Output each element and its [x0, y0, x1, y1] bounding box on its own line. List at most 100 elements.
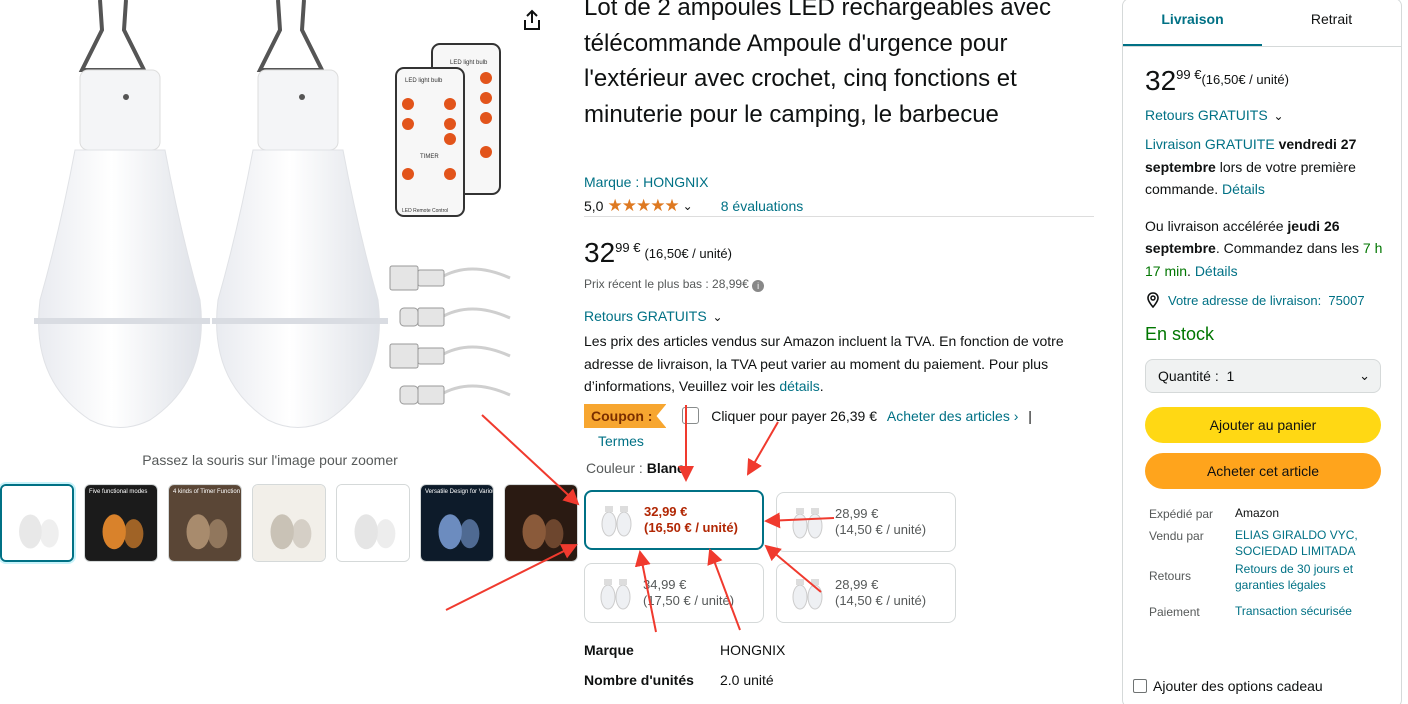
gift-checkbox[interactable] [1133, 679, 1147, 693]
variant-thumbnail [601, 506, 632, 537]
add-to-cart-button[interactable]: Ajouter au panier [1145, 407, 1381, 443]
thumbnail-4[interactable] [252, 484, 326, 562]
share-icon[interactable] [520, 8, 544, 32]
thumbnail-5[interactable] [336, 484, 410, 562]
color-value: Blanc [646, 460, 685, 476]
divider [584, 216, 1094, 217]
fast-delivery-separator: . [1187, 262, 1195, 279]
spec-row: Marque HONGNIX [584, 638, 785, 668]
seller-detail-label: Expédié par [1149, 507, 1214, 521]
brand-link[interactable]: Marque : HONGNIX [584, 174, 708, 190]
seller-detail-label: Vendu par [1149, 529, 1204, 543]
vat-notice-text: Les prix des articles vendus sur Amazon … [584, 333, 1064, 394]
tab-pickup[interactable]: Retrait [1262, 0, 1401, 46]
seller-detail-value[interactable]: Transaction sécurisée [1235, 603, 1380, 629]
price-per-unit: (16,50€ / unité) [644, 246, 732, 261]
location-pin-icon [1147, 292, 1159, 308]
delivery-details-link[interactable]: Détails [1222, 181, 1265, 197]
lowest-price-text: Prix récent le plus bas : 28,99€ [584, 277, 749, 291]
seller-detail-row: Paiement Transaction sécurisée [1145, 603, 1385, 629]
fast-delivery-details-link[interactable]: Détails [1195, 263, 1238, 279]
image-gallery: LED light bulb LED light bulb TIMER LED … [0, 0, 578, 704]
reviews-link[interactable]: 8 évaluations [721, 198, 804, 214]
buy-now-button[interactable]: Acheter cet article [1145, 453, 1381, 489]
spec-label: Marque [584, 642, 634, 658]
variant-thumbnail [792, 579, 823, 610]
buybox-price-whole: 32 [1145, 65, 1177, 96]
variant-price-value: 28,99 € [835, 577, 879, 592]
quantity-select[interactable]: Quantité : 1 ⌄ [1145, 359, 1381, 393]
free-delivery-link[interactable]: Livraison GRATUITE [1145, 136, 1275, 152]
coupon-separator: | [1028, 408, 1032, 424]
thumbnail-image [169, 485, 241, 561]
coupon-shop-link[interactable]: Acheter des articles › [887, 408, 1019, 424]
seller-detail-value: Amazon [1235, 506, 1280, 520]
star-rating-icon[interactable]: ★★★★★ [607, 196, 679, 216]
variant-price: 34,99 € (17,50 € / unité) [643, 577, 734, 609]
variant-option-1[interactable]: 32,99 € (16,50 € / unité) [584, 490, 764, 550]
vat-period: . [819, 378, 824, 394]
seller-detail-label: Retours [1149, 569, 1192, 583]
tab-delivery[interactable]: Livraison [1123, 0, 1262, 46]
info-icon[interactable]: i [752, 280, 765, 292]
coupon-checkbox[interactable] [682, 407, 700, 424]
variant-price: 32,99 € (16,50 € / unité) [644, 504, 738, 536]
quantity-value: Quantité : 1 [1158, 368, 1235, 384]
thumbnail-image [505, 485, 577, 561]
variant-price-unit: (16,50 € / unité) [644, 520, 738, 535]
seller-detail-value[interactable]: Retours de 30 jours et garanties légales [1235, 561, 1380, 603]
delivery-address-text: Votre adresse de livraison: 75007 [1168, 292, 1365, 308]
delivery-tabs: Livraison Retrait [1123, 0, 1401, 47]
coupon-terms-link[interactable]: Termes [598, 433, 644, 449]
rating-row: 5,0 ★★★★★ ⌄ 8 évaluations [584, 196, 803, 216]
variant-option-2[interactable]: 28,99 € (14,50 € / unité) [776, 492, 956, 552]
variant-price-unit: (14,50 € / unité) [835, 522, 927, 537]
variant-option-3[interactable]: 34,99 € (17,50 € / unité) [584, 563, 764, 623]
chevron-down-icon: ⌄ [1273, 109, 1284, 123]
delivery-estimate: Livraison GRATUITE vendredi 27 septembre… [1145, 133, 1385, 201]
variant-price-unit: (17,50 € / unité) [643, 593, 735, 608]
chevron-down-icon[interactable]: ⌄ [683, 199, 693, 213]
gift-option[interactable]: Ajouter des options cadeau [1133, 678, 1323, 694]
vat-details-link[interactable]: détails [779, 378, 819, 394]
thumbnail-7[interactable] [504, 484, 578, 562]
variant-price: 28,99 € (14,50 € / unité) [835, 577, 926, 609]
thumbnail-image [337, 485, 409, 561]
variant-price-value: 28,99 € [835, 506, 879, 521]
spec-value: HONGNIX [720, 642, 786, 658]
variant-thumbnail [792, 508, 823, 539]
chevron-down-icon: ⌄ [712, 310, 723, 324]
thumbnail-2[interactable]: Five functional modes [84, 484, 158, 562]
fast-delivery-prefix: Ou livraison accélérée [1145, 217, 1288, 234]
remote-footer-label: LED Remote Control [402, 208, 448, 214]
buybox-free-returns-link[interactable]: Retours GRATUITS ⌄ [1145, 107, 1385, 123]
thumbnail-caption: Five functional modes [89, 489, 148, 495]
color-label: Couleur : [586, 460, 643, 476]
free-returns-link[interactable]: Retours GRATUITS ⌄ [584, 308, 723, 324]
product-title: Lot de 2 ampoules LED rechargeables avec… [584, 0, 1051, 128]
seller-details: Expédié par Amazon Vendu par ELIAS GIRALDO … [1145, 505, 1385, 629]
spec-table: Marque HONGNIX Nombre d'unités 2.0 unité [584, 638, 785, 698]
lowest-price: Prix récent le plus bas : 28,99€ i [584, 277, 765, 292]
delivery-address-link[interactable]: Votre adresse de livraison: 75007 [1145, 292, 1385, 308]
seller-detail-label: Paiement [1149, 605, 1200, 619]
rating-value: 5,0 [584, 198, 604, 214]
variant-option-4[interactable]: 28,99 € (14,50 € / unité) [776, 563, 956, 623]
seller-detail-row: Retours Retours de 30 jours et garanties … [1145, 561, 1385, 603]
remote-timer-label: TIMER [420, 154, 439, 160]
zoom-hint: Passez la souris sur l'image pour zoomer [142, 452, 398, 468]
variant-price-value: 32,99 € [644, 504, 688, 519]
thumbnail-3[interactable]: 4 kinds of Timer Function [168, 484, 242, 562]
seller-detail-value[interactable]: ELIAS GIRALDO VYC, SOCIEDAD LIMITADA [1235, 527, 1380, 561]
variant-price-unit: (14,50 € / unité) [835, 593, 927, 608]
coupon-badge: Coupon : [584, 404, 667, 428]
main-product-image[interactable]: LED light bulb LED light bulb TIMER LED … [20, 0, 520, 440]
thumbnail-caption: 4 kinds of Timer Function [173, 489, 241, 495]
chevron-down-icon: ⌄ [1359, 368, 1370, 383]
price-fraction: 99 € [615, 240, 641, 255]
free-returns-label: Retours GRATUITS [584, 308, 707, 324]
fast-delivery-mid: . Commandez dans les [1215, 240, 1363, 256]
thumbnail-1[interactable] [0, 484, 74, 562]
thumbnail-6[interactable]: Versatile Design for Various Use [420, 484, 494, 562]
buy-box: Livraison Retrait 32 99 € (16,50€ / unit… [1122, 0, 1402, 704]
